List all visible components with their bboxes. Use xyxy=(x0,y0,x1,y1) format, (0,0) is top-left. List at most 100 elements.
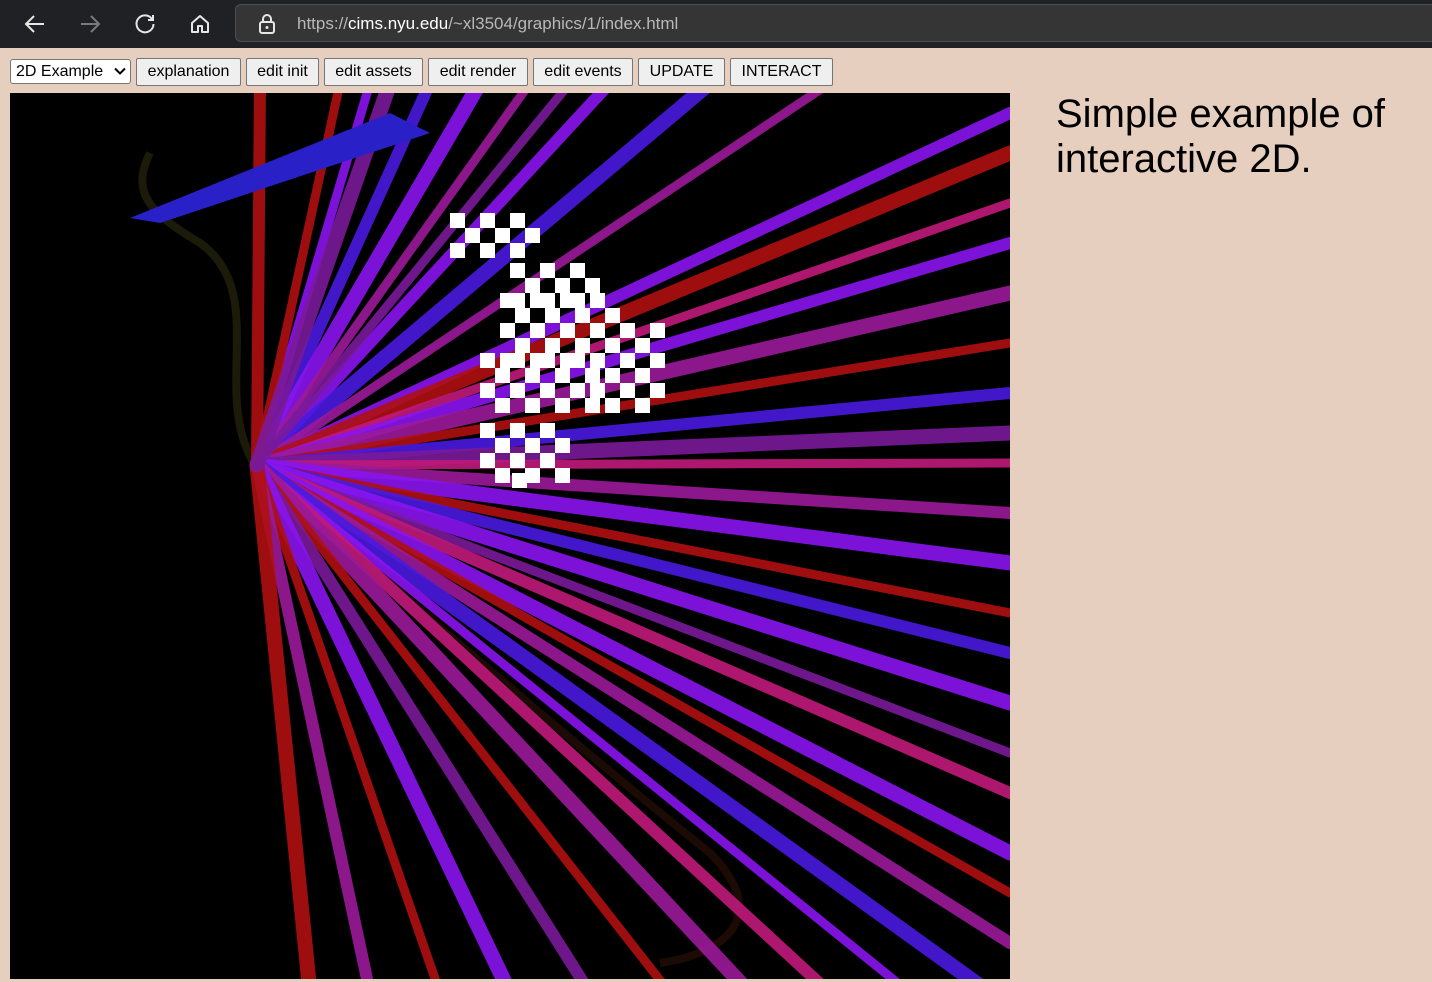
checker-cell xyxy=(635,368,650,383)
checker-cell xyxy=(500,323,515,338)
update-button[interactable]: UPDATE xyxy=(638,58,725,86)
ray-fan xyxy=(130,93,1010,979)
checker-cell xyxy=(515,308,530,323)
example-select[interactable]: 2D Example xyxy=(10,59,131,84)
checker-cell xyxy=(605,398,620,413)
edit-init-button[interactable]: edit init xyxy=(246,58,319,86)
checker-cell xyxy=(620,353,635,368)
checker-cell xyxy=(590,353,605,368)
checker-cell xyxy=(555,468,570,483)
url-host: cims.nyu.edu xyxy=(348,14,449,33)
checker-cell xyxy=(545,338,560,353)
checker-cell xyxy=(555,368,570,383)
checker-cell xyxy=(510,453,525,468)
checker-cell xyxy=(510,353,525,368)
edit-events-button[interactable]: edit events xyxy=(533,58,633,86)
checker-cell xyxy=(465,228,480,243)
checker-cell xyxy=(575,308,590,323)
edit-assets-button[interactable]: edit assets xyxy=(324,58,423,86)
checker-cell xyxy=(480,383,495,398)
checker-cell xyxy=(560,323,575,338)
checker-cell xyxy=(525,368,540,383)
checker-cell xyxy=(540,383,555,398)
checker-cell xyxy=(545,308,560,323)
checker-cell xyxy=(480,353,495,368)
checker-cell xyxy=(495,398,510,413)
checker-cell xyxy=(620,323,635,338)
checker-cell xyxy=(510,213,525,228)
checker-cell xyxy=(560,293,575,308)
checker-cell xyxy=(585,398,600,413)
checker-cell xyxy=(515,338,530,353)
page-description: Simple example of interactive 2D. xyxy=(1056,92,1386,181)
checker-cell xyxy=(590,323,605,338)
checker-cell xyxy=(570,353,585,368)
checker-cell xyxy=(525,278,540,293)
checker-cell xyxy=(540,453,555,468)
checker-cell xyxy=(540,353,555,368)
checker-cell xyxy=(495,368,510,383)
checker-cell xyxy=(480,453,495,468)
checker-cell xyxy=(525,468,540,483)
url-path: /~xl3504/graphics/1/index.html xyxy=(448,14,679,33)
checker-cell xyxy=(590,293,605,308)
example-select-value: 2D Example xyxy=(16,63,104,80)
reload-icon xyxy=(135,14,155,34)
ray-line xyxy=(251,93,266,471)
checker-cell xyxy=(480,423,495,438)
checker-cell xyxy=(605,338,620,353)
checker-cell xyxy=(555,398,570,413)
reload-button[interactable] xyxy=(127,6,163,42)
back-arrow-icon xyxy=(24,15,44,33)
checker-cell xyxy=(495,438,510,453)
checker-cell xyxy=(510,383,525,398)
checker-cell xyxy=(525,228,540,243)
checker-cell xyxy=(510,263,525,278)
checker-cell xyxy=(585,278,600,293)
checker-cell xyxy=(540,423,555,438)
checker-cell xyxy=(525,398,540,413)
lock-icon[interactable] xyxy=(258,14,276,34)
forward-button[interactable] xyxy=(72,6,108,42)
explanation-button[interactable]: explanation xyxy=(136,58,241,86)
browser-toolbar: https://cims.nyu.edu/~xl3504/graphics/1/… xyxy=(0,0,1432,48)
checker-cell xyxy=(540,263,555,278)
canvas-scene xyxy=(130,93,1010,979)
chevron-down-icon xyxy=(114,67,126,75)
checker-cell xyxy=(650,383,665,398)
home-icon xyxy=(191,15,209,33)
checker-cell xyxy=(635,338,650,353)
forward-arrow-icon xyxy=(81,15,101,33)
checker-cell xyxy=(570,383,585,398)
checker-cell xyxy=(620,383,635,398)
url-text[interactable]: https://cims.nyu.edu/~xl3504/graphics/1/… xyxy=(297,14,678,34)
checker-cell xyxy=(650,353,665,368)
checker-cell xyxy=(510,423,525,438)
back-button[interactable] xyxy=(17,6,53,42)
render-canvas[interactable] xyxy=(10,93,1010,979)
checker-cell xyxy=(530,323,545,338)
checker-cell xyxy=(650,323,665,338)
checker-cell xyxy=(480,243,495,258)
checker-cell xyxy=(500,293,515,308)
interact-button[interactable]: INTERACT xyxy=(730,58,833,86)
checker-cell xyxy=(605,308,620,323)
checker-cell xyxy=(525,438,540,453)
ray-line xyxy=(252,460,1010,898)
checker-cell xyxy=(450,213,465,228)
checker-cell xyxy=(605,368,620,383)
ray-line xyxy=(252,458,1010,470)
checker-cell xyxy=(575,338,590,353)
checker-cell xyxy=(555,438,570,453)
checker-cell xyxy=(585,368,600,383)
checker-cell xyxy=(555,278,570,293)
checker-cell xyxy=(635,398,650,413)
checker-cell xyxy=(480,213,495,228)
checker-cell xyxy=(495,228,510,243)
checker-cell xyxy=(590,383,605,398)
url-prefix: https:// xyxy=(297,14,349,33)
home-button[interactable] xyxy=(182,6,218,42)
checker-cell xyxy=(495,468,510,483)
edit-render-button[interactable]: edit render xyxy=(428,58,528,86)
address-bar[interactable]: https://cims.nyu.edu/~xl3504/graphics/1/… xyxy=(235,4,1432,42)
